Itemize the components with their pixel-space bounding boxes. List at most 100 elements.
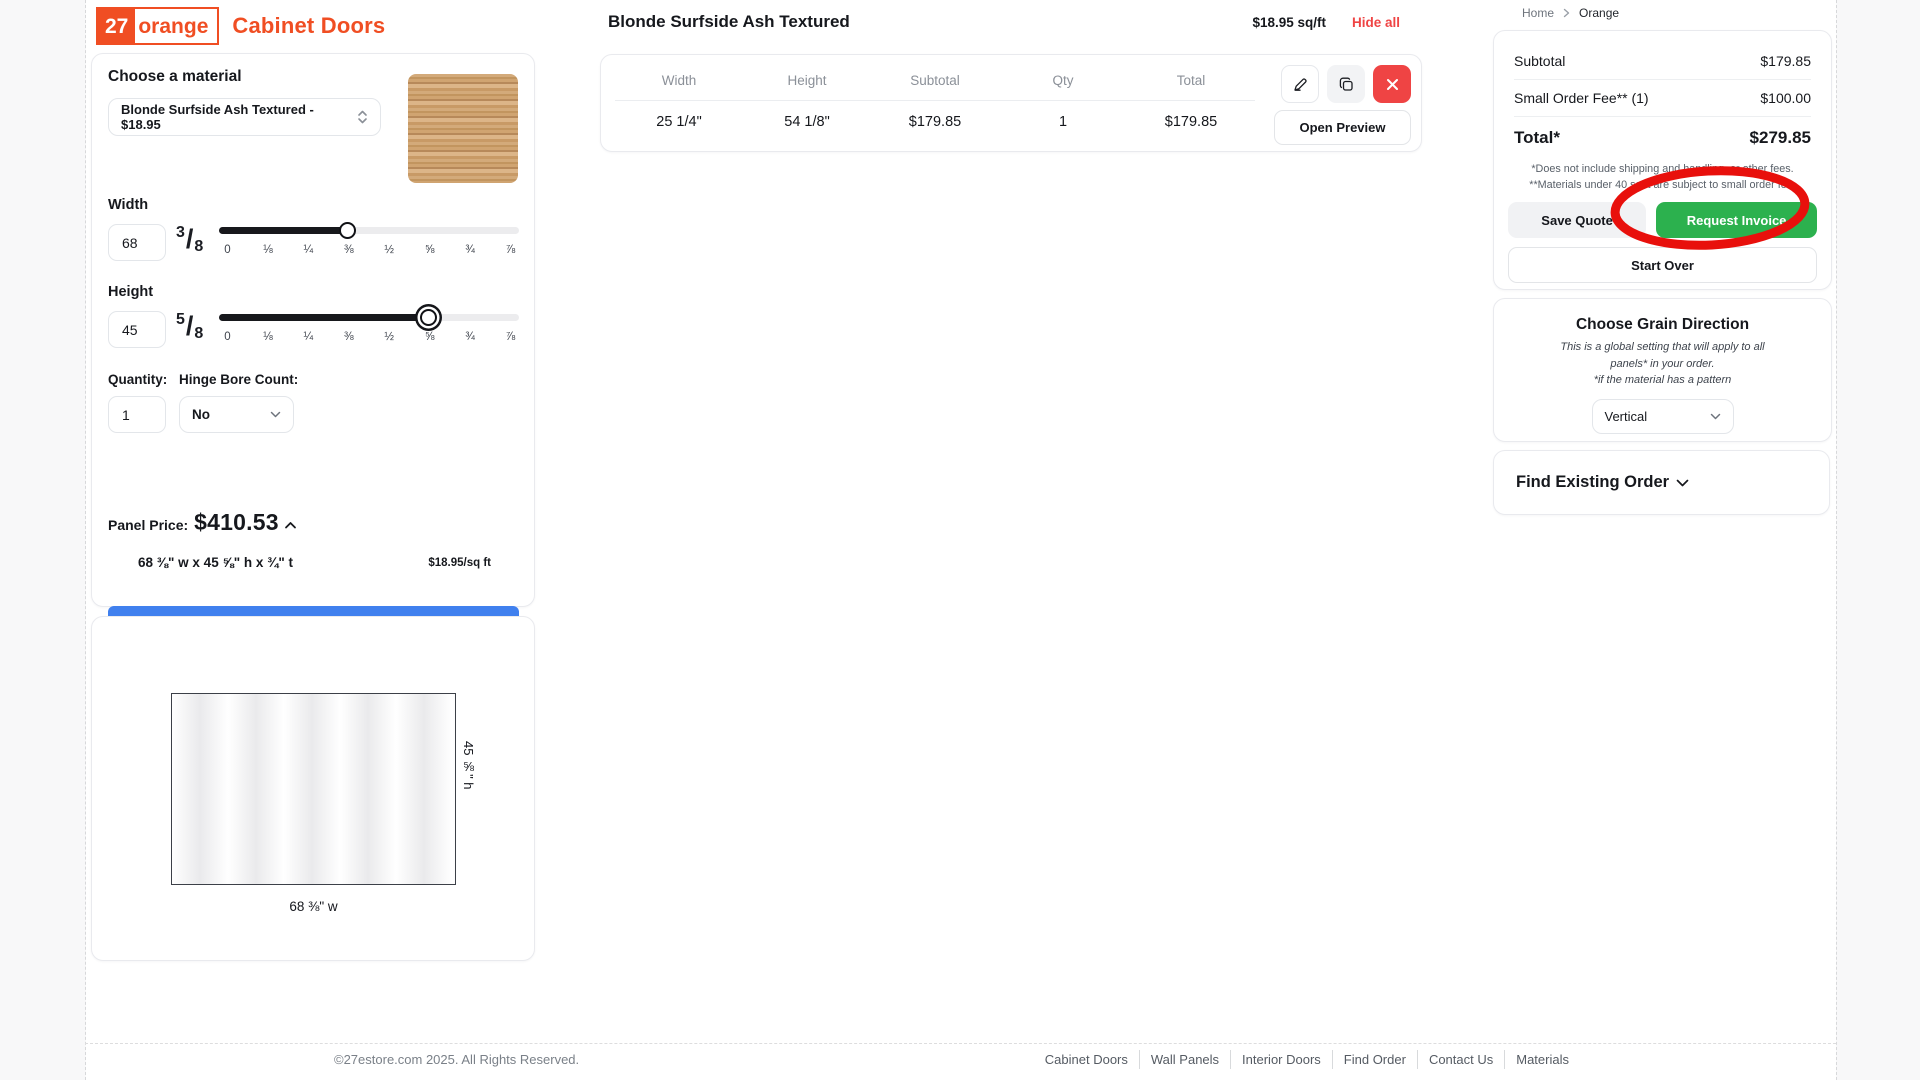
chevron-down-icon bbox=[270, 411, 281, 418]
panel-preview-card: 45 ⅝" h 68 ⅜" w bbox=[91, 616, 535, 961]
hinge-bore-select[interactable]: No bbox=[179, 396, 294, 433]
right-margin bbox=[1836, 0, 1920, 1080]
disclaimer-small-order: **Materials under 40 sq ft are subject t… bbox=[1514, 177, 1811, 193]
preview-height-label: 45 ⅝" h bbox=[461, 741, 476, 790]
panel-price-row: Panel Price: $410.53 bbox=[108, 509, 297, 536]
breadcrumb-current[interactable]: Orange bbox=[1579, 6, 1619, 20]
footer: ©27estore.com 2025. All Rights Reserved.… bbox=[334, 1050, 1580, 1069]
left-margin bbox=[0, 0, 86, 1080]
width-slider-ticks: 0⅛¼⅜½⅝¾⅞ bbox=[219, 244, 519, 256]
disclaimers: *Does not include shipping and handling,… bbox=[1514, 161, 1811, 193]
preview-width-label: 68 ⅜" w bbox=[171, 899, 456, 914]
fee-value: $100.00 bbox=[1760, 90, 1811, 106]
height-label: Height bbox=[108, 284, 153, 300]
hinge-bore-value: No bbox=[192, 407, 210, 422]
cell-qty: 1 bbox=[999, 101, 1127, 143]
edit-button[interactable] bbox=[1281, 65, 1319, 103]
width-slider[interactable] bbox=[219, 221, 519, 241]
request-invoice-button[interactable]: Request Invoice bbox=[1656, 202, 1817, 238]
brand-header: 27 orange Cabinet Doors bbox=[96, 8, 385, 44]
col-header-width: Width bbox=[615, 65, 743, 100]
fraction-slash-icon bbox=[185, 224, 195, 255]
grain-direction-value: Vertical bbox=[1605, 409, 1648, 424]
find-order-label: Find Existing Order bbox=[1516, 473, 1669, 492]
close-icon bbox=[1386, 78, 1399, 91]
disclaimer-shipping: *Does not include shipping and handling,… bbox=[1514, 161, 1811, 177]
start-over-button[interactable]: Start Over bbox=[1508, 247, 1817, 283]
chevron-down-icon bbox=[1710, 413, 1721, 420]
panel-price-value: $410.53 bbox=[194, 509, 279, 536]
footer-link-materials[interactable]: Materials bbox=[1504, 1050, 1580, 1069]
copy-icon bbox=[1338, 76, 1355, 93]
height-slider-fill bbox=[219, 314, 429, 321]
height-input[interactable] bbox=[108, 311, 166, 348]
logo-suffix: orange bbox=[135, 9, 217, 43]
quantity-label: Quantity: bbox=[108, 372, 167, 387]
material-select[interactable]: Blonde Surfside Ash Textured - $18.95 bbox=[108, 98, 381, 136]
footer-link-find-order[interactable]: Find Order bbox=[1332, 1050, 1417, 1069]
pencil-icon bbox=[1292, 76, 1309, 93]
grain-direction-card: Choose Grain Direction This is a global … bbox=[1493, 298, 1832, 442]
quote-material-title: Blonde Surfside Ash Textured bbox=[608, 12, 850, 32]
small-order-fee-row: Small Order Fee** (1) $100.00 bbox=[1514, 80, 1811, 117]
material-section-title: Choose a material bbox=[108, 68, 242, 86]
configurator-card: Choose a material Blonde Surfside Ash Te… bbox=[91, 53, 535, 607]
subtotal-label: Subtotal bbox=[1514, 53, 1565, 69]
caret-up-icon[interactable] bbox=[284, 521, 297, 530]
hinge-bore-label: Hinge Bore Count: bbox=[179, 372, 298, 387]
footer-divider bbox=[85, 1043, 1836, 1044]
subtotal-row: Subtotal $179.85 bbox=[1514, 43, 1811, 80]
open-preview-button[interactable]: Open Preview bbox=[1274, 110, 1411, 145]
copyright-text: ©27estore.com 2025. All Rights Reserved. bbox=[334, 1052, 579, 1067]
fraction-slash-icon bbox=[185, 311, 195, 342]
select-updown-icon bbox=[357, 109, 368, 125]
width-fraction: 38 bbox=[176, 224, 203, 255]
dimensions-summary-row: 68 ⅜" w x 45 ⅝" h x ¾" t $18.95/sq ft bbox=[108, 555, 518, 570]
cell-subtotal: $179.85 bbox=[871, 101, 999, 143]
chevron-down-icon bbox=[1676, 479, 1689, 487]
hide-all-link[interactable]: Hide all bbox=[1352, 15, 1400, 30]
width-label: Width bbox=[108, 197, 148, 213]
quote-table: Width Height Subtotal Qty Total 25 1/4" … bbox=[615, 65, 1255, 143]
logo-prefix: 27 bbox=[98, 9, 135, 43]
duplicate-button[interactable] bbox=[1327, 65, 1365, 103]
page-title: Cabinet Doors bbox=[232, 13, 385, 39]
width-input[interactable] bbox=[108, 224, 166, 261]
total-label: Total* bbox=[1514, 128, 1560, 148]
height-slider-thumb[interactable] bbox=[420, 309, 437, 326]
height-fraction: 58 bbox=[176, 311, 203, 342]
footer-link-contact-us[interactable]: Contact Us bbox=[1417, 1050, 1504, 1069]
footer-link-cabinet-doors[interactable]: Cabinet Doors bbox=[1034, 1050, 1139, 1069]
quote-line-item-card: Width Height Subtotal Qty Total 25 1/4" … bbox=[600, 54, 1422, 152]
grain-direction-select[interactable]: Vertical bbox=[1592, 399, 1734, 434]
save-quote-button[interactable]: Save Quote bbox=[1508, 202, 1646, 238]
col-header-total: Total bbox=[1127, 65, 1255, 100]
col-header-qty: Qty bbox=[999, 65, 1127, 100]
panel-price-label: Panel Price: bbox=[108, 517, 188, 533]
width-slider-thumb[interactable] bbox=[339, 222, 356, 239]
grain-direction-note: This is a global setting that will apply… bbox=[1494, 339, 1831, 389]
breadcrumb-home[interactable]: Home bbox=[1522, 6, 1554, 20]
order-summary-card: Subtotal $179.85 Small Order Fee** (1) $… bbox=[1493, 30, 1832, 290]
subtotal-value: $179.85 bbox=[1760, 53, 1811, 69]
col-header-height: Height bbox=[743, 65, 871, 100]
quote-table-header-row: Width Height Subtotal Qty Total bbox=[615, 65, 1255, 101]
find-existing-order-card[interactable]: Find Existing Order bbox=[1493, 450, 1830, 515]
footer-links: Cabinet Doors Wall Panels Interior Doors… bbox=[1034, 1050, 1580, 1069]
chevron-right-icon bbox=[1563, 8, 1570, 18]
breadcrumb: Home Orange bbox=[1522, 6, 1619, 20]
material-select-value: Blonde Surfside Ash Textured - $18.95 bbox=[121, 102, 357, 132]
cell-total: $179.85 bbox=[1127, 101, 1255, 143]
delete-button[interactable] bbox=[1373, 65, 1411, 103]
material-swatch bbox=[408, 74, 518, 183]
footer-link-interior-doors[interactable]: Interior Doors bbox=[1230, 1050, 1332, 1069]
panel-preview-drawing bbox=[171, 693, 456, 885]
footer-link-wall-panels[interactable]: Wall Panels bbox=[1139, 1050, 1230, 1069]
col-header-subtotal: Subtotal bbox=[871, 65, 999, 100]
cell-width: 25 1/4" bbox=[615, 101, 743, 143]
height-slider[interactable] bbox=[219, 308, 519, 328]
quantity-input[interactable] bbox=[108, 396, 166, 433]
unit-price: $18.95/sq ft bbox=[428, 557, 491, 569]
total-value: $279.85 bbox=[1750, 128, 1811, 148]
fee-label: Small Order Fee** (1) bbox=[1514, 90, 1649, 106]
